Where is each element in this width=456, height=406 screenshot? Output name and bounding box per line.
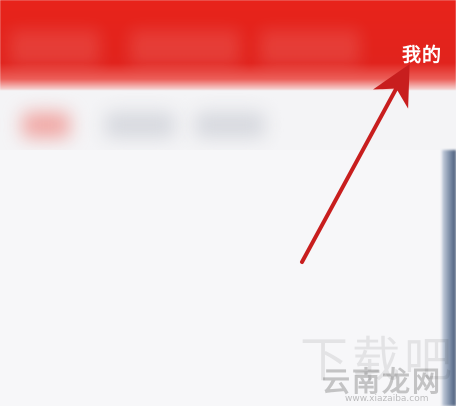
- watermark-url: www.xiazaiba.com: [345, 394, 429, 404]
